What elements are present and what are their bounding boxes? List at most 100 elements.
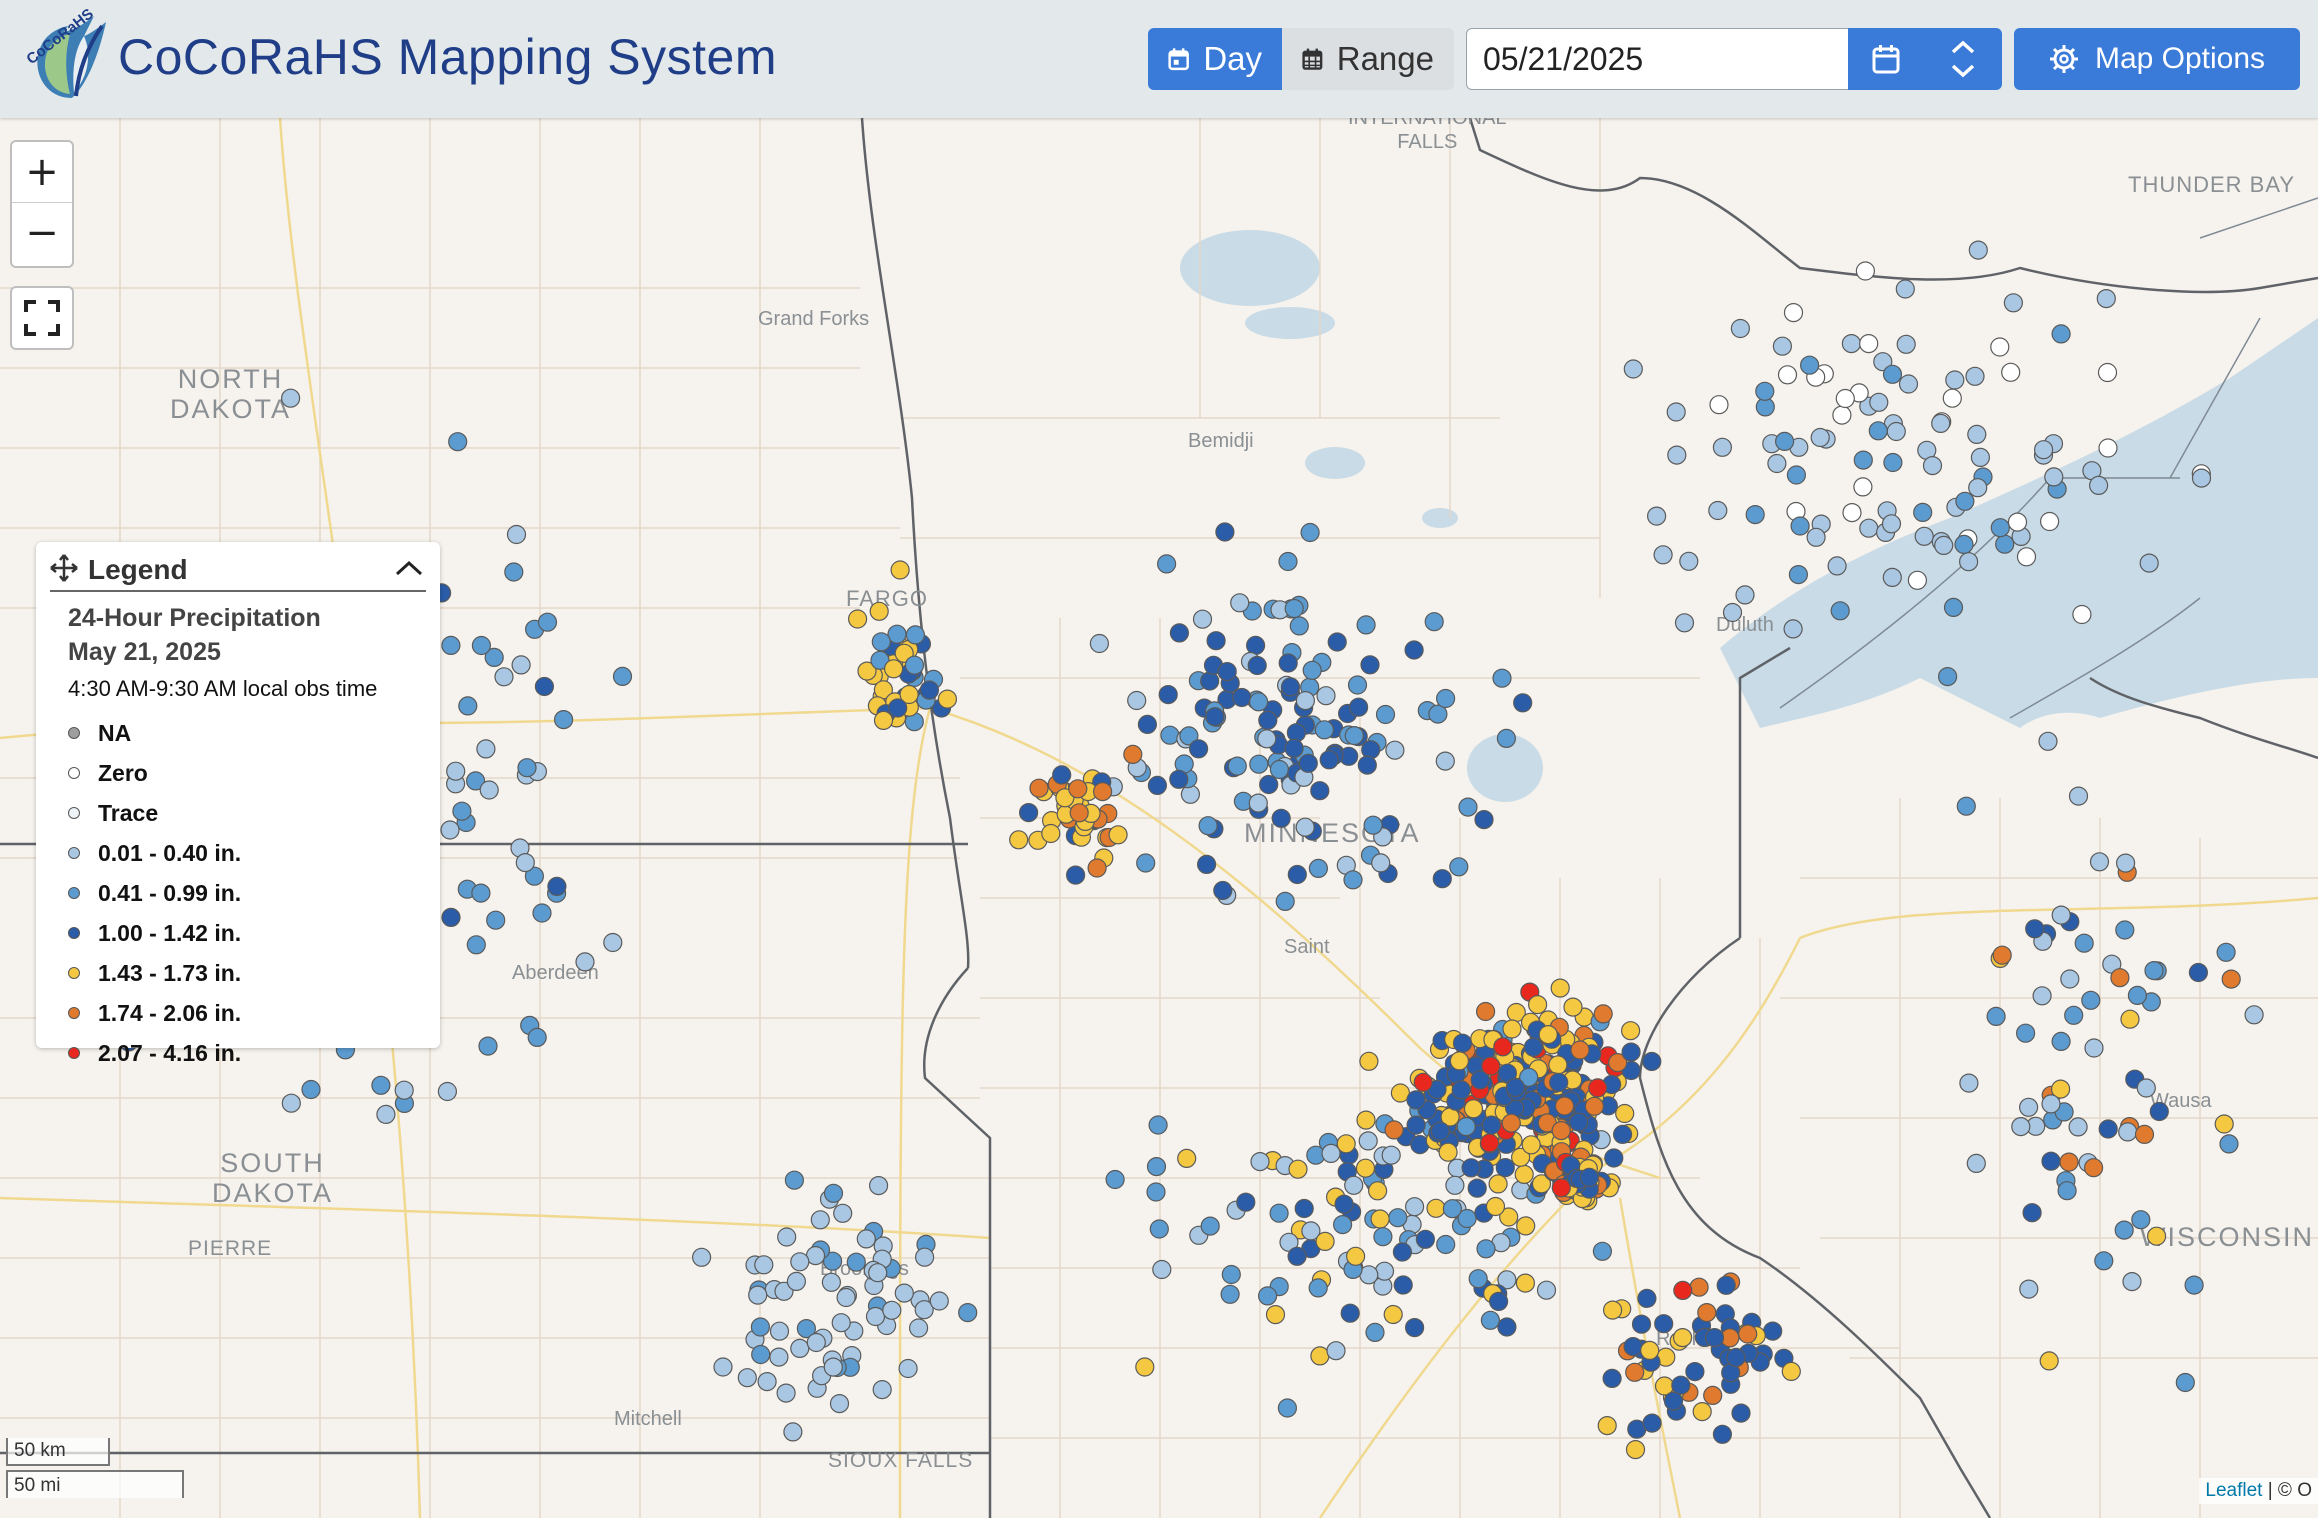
station-marker[interactable] [1344, 725, 1364, 746]
station-marker[interactable] [1458, 797, 1478, 817]
station-marker[interactable] [2191, 468, 2212, 488]
station-marker[interactable] [1344, 1175, 1364, 1195]
station-marker[interactable] [1287, 1246, 1307, 1266]
station-marker[interactable] [1137, 714, 1158, 735]
station-marker[interactable] [1527, 994, 1548, 1015]
station-marker[interactable] [2051, 905, 2071, 925]
station-marker[interactable] [1830, 601, 1850, 621]
station-marker[interactable] [1602, 1300, 1623, 1320]
station-marker[interactable] [1937, 666, 1958, 687]
zoom-out-button[interactable]: − [12, 203, 72, 263]
station-marker[interactable] [1783, 303, 1804, 323]
station-marker[interactable] [2188, 962, 2208, 983]
station-marker[interactable] [1146, 1182, 1166, 1202]
station-marker[interactable] [1597, 1415, 1617, 1436]
station-marker[interactable] [1620, 1021, 1641, 1041]
station-marker[interactable] [515, 852, 535, 873]
station-marker[interactable] [2084, 1158, 2104, 1178]
day-button[interactable]: Day [1148, 28, 1282, 90]
station-marker[interactable] [452, 801, 472, 821]
station-marker[interactable] [1774, 431, 1795, 451]
station-marker[interactable] [1995, 534, 2015, 554]
station-marker[interactable] [806, 1332, 826, 1353]
station-marker[interactable] [1148, 1115, 1168, 1135]
station-marker[interactable] [1392, 1242, 1413, 1262]
station-marker[interactable] [1232, 687, 1252, 708]
station-marker[interactable] [908, 1318, 929, 1338]
station-marker[interactable] [2094, 1251, 2114, 1271]
station-marker[interactable] [1269, 759, 1290, 780]
station-marker[interactable] [1990, 337, 2010, 357]
station-marker[interactable] [2033, 440, 2054, 460]
station-marker[interactable] [846, 1252, 866, 1272]
station-marker[interactable] [833, 1203, 853, 1223]
station-marker[interactable] [1220, 1284, 1240, 1304]
station-marker[interactable] [1295, 817, 1315, 837]
station-marker[interactable] [1442, 1199, 1463, 1219]
station-marker[interactable] [394, 1080, 414, 1100]
station-marker[interactable] [1495, 1157, 1515, 1178]
station-marker[interactable] [441, 635, 461, 656]
station-marker[interactable] [1373, 1227, 1393, 1247]
station-marker[interactable] [1956, 796, 1976, 816]
station-marker[interactable] [1461, 1158, 1481, 1178]
station-marker[interactable] [1009, 830, 1029, 850]
station-marker[interactable] [2051, 1031, 2071, 1052]
station-marker[interactable] [1200, 671, 1220, 691]
station-marker[interactable] [1588, 1078, 1608, 1098]
station-marker[interactable] [1456, 1116, 1476, 1137]
station-marker[interactable] [1327, 632, 1347, 652]
station-marker[interactable] [2057, 1181, 2077, 1201]
station-marker[interactable] [1799, 355, 1820, 375]
station-marker[interactable] [1654, 1314, 1674, 1334]
station-marker[interactable] [1767, 453, 1787, 474]
station-marker[interactable] [1314, 720, 1335, 740]
station-marker[interactable] [1853, 477, 1873, 497]
station-marker[interactable] [1271, 808, 1291, 828]
station-marker[interactable] [750, 1317, 771, 1337]
station-marker[interactable] [486, 910, 506, 930]
station-marker[interactable] [1722, 602, 1743, 623]
station-marker[interactable] [1612, 1124, 1633, 1145]
station-marker[interactable] [281, 388, 301, 408]
station-marker[interactable] [446, 761, 466, 781]
station-marker[interactable] [1367, 1181, 1388, 1201]
station-marker[interactable] [786, 1271, 807, 1292]
station-marker[interactable] [1052, 765, 1072, 785]
station-marker[interactable] [1536, 1280, 1557, 1300]
station-marker[interactable] [1481, 1115, 1502, 1135]
station-marker[interactable] [1523, 1037, 1544, 1057]
station-marker[interactable] [823, 1357, 843, 1377]
station-marker[interactable] [1452, 1033, 1473, 1053]
station-marker[interactable] [1257, 729, 1277, 749]
station-marker[interactable] [1474, 809, 1494, 830]
station-marker[interactable] [603, 932, 623, 953]
station-marker[interactable] [1745, 505, 1765, 525]
station-marker[interactable] [2120, 1009, 2140, 1029]
station-marker[interactable] [821, 1272, 842, 1292]
station-marker[interactable] [1192, 609, 1213, 629]
station-marker[interactable] [1169, 769, 1189, 789]
station-marker[interactable] [1726, 1347, 1746, 1368]
station-marker[interactable] [2015, 1023, 2036, 1043]
station-marker[interactable] [1404, 640, 1424, 660]
station-marker[interactable] [1177, 1148, 1197, 1169]
station-marker[interactable] [1763, 1321, 1783, 1341]
station-marker[interactable] [1480, 1310, 1501, 1330]
station-marker[interactable] [1319, 750, 1339, 770]
station-marker[interactable] [898, 1358, 918, 1379]
station-marker[interactable] [2089, 475, 2109, 495]
map-options-button[interactable]: Map Options [2014, 28, 2300, 90]
station-marker[interactable] [1289, 616, 1309, 636]
station-marker[interactable] [1966, 1153, 1986, 1174]
station-marker[interactable] [1413, 1072, 1433, 1092]
station-marker[interactable] [1790, 516, 1810, 536]
station-marker[interactable] [1250, 1151, 1270, 1172]
station-marker[interactable] [823, 1183, 844, 1203]
station-marker[interactable] [1488, 1291, 1509, 1312]
station-marker[interactable] [1236, 1192, 1256, 1212]
station-marker[interactable] [2044, 467, 2064, 487]
station-marker[interactable] [371, 1075, 391, 1095]
station-marker[interactable] [1180, 784, 1201, 804]
station-marker[interactable] [1855, 261, 1876, 281]
